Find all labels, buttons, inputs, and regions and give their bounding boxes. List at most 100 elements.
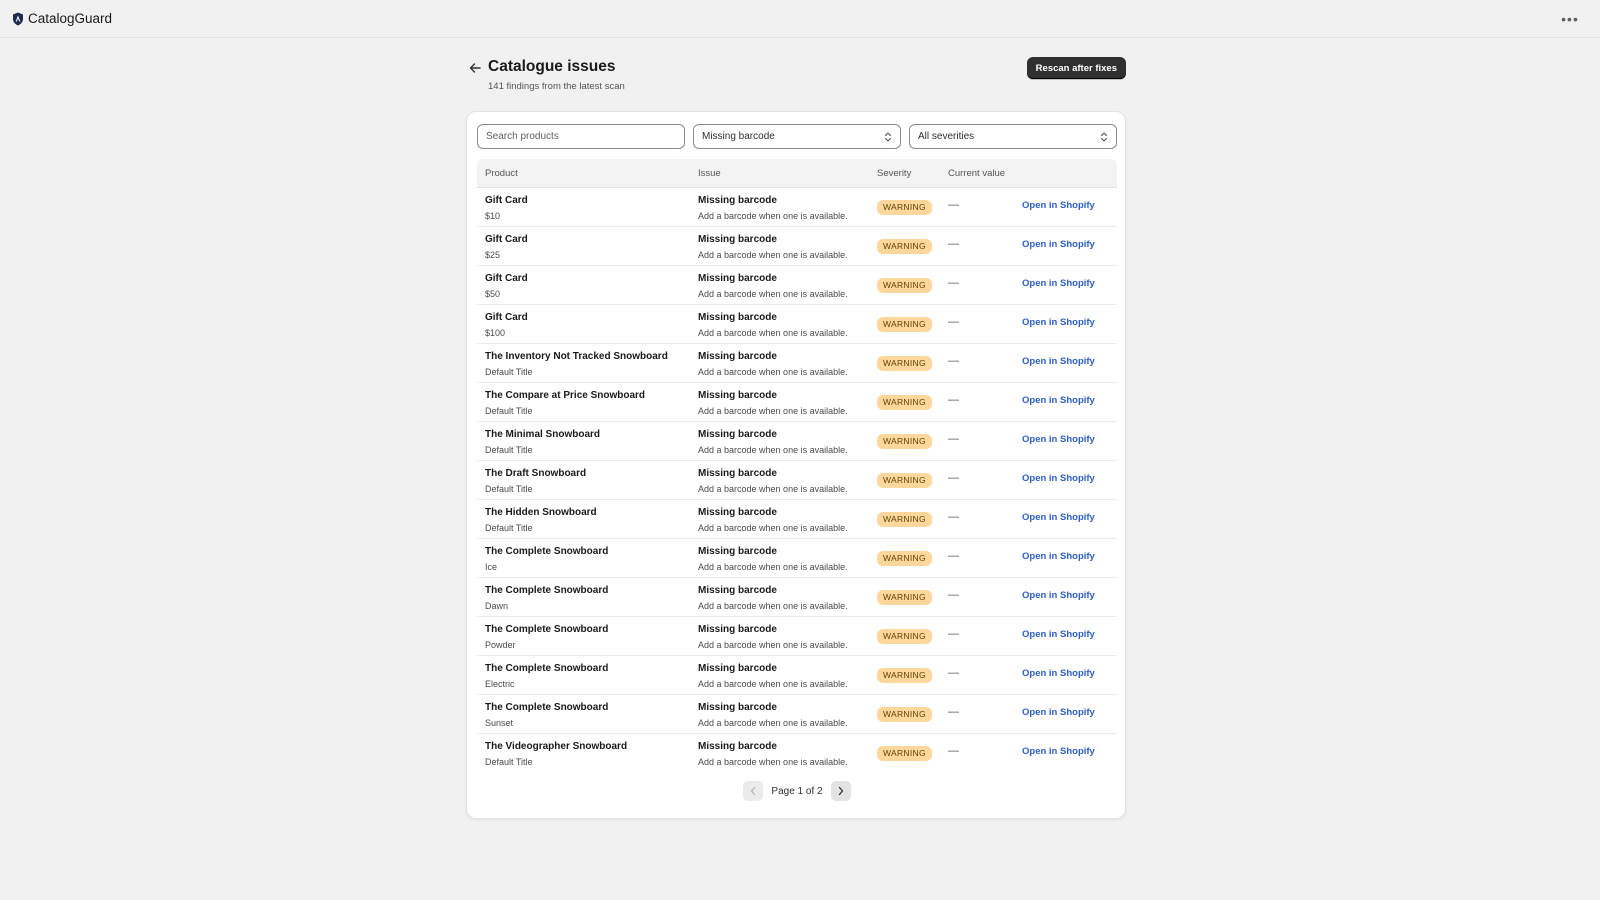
open-in-shopify-link[interactable]: Open in Shopify: [1022, 200, 1095, 211]
open-in-shopify-link[interactable]: Open in Shopify: [1022, 551, 1095, 562]
product-cell: The Minimal Snowboard Default Title: [485, 428, 600, 457]
product-name: Gift Card: [485, 312, 528, 323]
table-row: Gift Card $100 Missing barcode Add a barcod…: [477, 305, 1117, 344]
issue-description: Add a barcode when one is available.: [698, 367, 848, 377]
product-variant: $100: [485, 328, 506, 338]
open-in-shopify-link[interactable]: Open in Shopify: [1022, 629, 1095, 640]
table-row: Gift Card $50 Missing barcode Add a barcode…: [477, 266, 1117, 305]
issue-title: Missing barcode: [698, 351, 777, 362]
product-name: The Complete Snowboard: [485, 585, 609, 596]
issue-description: Add a barcode when one is available.: [698, 211, 848, 221]
search-input[interactable]: [477, 124, 685, 149]
open-in-shopify-link[interactable]: Open in Shopify: [1022, 317, 1095, 328]
product-cell: The Complete Snowboard Sunset: [485, 701, 608, 730]
table-row: The Minimal Snowboard Default Title Missin…: [477, 422, 1117, 461]
product-variant: Default Title: [485, 523, 533, 533]
issue-type-select[interactable]: Missing barcode: [693, 124, 901, 149]
current-value: —: [948, 667, 959, 679]
issue-description: Add a barcode when one is available.: [698, 250, 848, 260]
issue-cell: Missing barcode Add a barcode when one is…: [698, 233, 848, 262]
open-in-shopify-link[interactable]: Open in Shopify: [1022, 512, 1095, 523]
issue-title: Missing barcode: [698, 585, 777, 596]
product-name: Gift Card: [485, 195, 528, 206]
open-in-shopify-link[interactable]: Open in Shopify: [1022, 668, 1095, 679]
issue-cell: Missing barcode Add a barcode when one is…: [698, 272, 848, 301]
open-in-shopify-link[interactable]: Open in Shopify: [1022, 590, 1095, 601]
page-indicator: Page 1 of 2: [771, 785, 823, 797]
product-name: The Hidden Snowboard: [485, 507, 597, 518]
product-cell: The Videographer Snowboard Default Title: [485, 740, 627, 769]
issue-title: Missing barcode: [698, 468, 777, 479]
issue-description: Add a barcode when one is available.: [698, 406, 848, 416]
open-in-shopify-link[interactable]: Open in Shopify: [1022, 434, 1095, 445]
issue-description: Add a barcode when one is available.: [698, 640, 848, 650]
previous-page-button[interactable]: [743, 781, 764, 801]
current-value: —: [948, 238, 959, 250]
open-in-shopify-link[interactable]: Open in Shopify: [1022, 707, 1095, 718]
product-variant: $10: [485, 211, 501, 221]
open-in-shopify-link[interactable]: Open in Shopify: [1022, 395, 1095, 406]
table-row: The Hidden Snowboard Default Title Missing…: [477, 500, 1117, 539]
table-row: The Complete Snowboard Sunset Missing barc…: [477, 695, 1117, 734]
select-chevron-icon: [884, 131, 892, 143]
issue-description: Add a barcode when one is available.: [698, 484, 848, 494]
page-header: Catalogue issues 141 findings from the l…: [466, 56, 1126, 108]
product-variant: $50: [485, 289, 501, 299]
issue-cell: Missing barcode Add a barcode when one is…: [698, 467, 848, 496]
open-in-shopify-link[interactable]: Open in Shopify: [1022, 239, 1095, 250]
product-name: Gift Card: [485, 234, 528, 245]
product-name: The Compare at Price Snowboard: [485, 390, 646, 401]
current-value: —: [948, 589, 959, 601]
issue-description: Add a barcode when one is available.: [698, 328, 848, 338]
current-value: —: [948, 745, 959, 757]
back-button[interactable]: [466, 59, 484, 77]
more-options-button[interactable]: •••: [1558, 9, 1582, 29]
current-value: —: [948, 511, 959, 523]
current-value: —: [948, 433, 959, 445]
severity-badge: WARNING: [877, 278, 932, 293]
issue-description: Add a barcode when one is available.: [698, 757, 848, 767]
issue-cell: Missing barcode Add a barcode when one is…: [698, 623, 848, 652]
product-variant: Default Title: [485, 367, 533, 377]
product-cell: Gift Card $10: [485, 194, 528, 223]
page: Catalogue issues 141 findings from the l…: [466, 56, 1126, 819]
rescan-button[interactable]: Rescan after fixes: [1026, 57, 1126, 79]
severity-badge: WARNING: [877, 317, 932, 332]
severity-badge: WARNING: [877, 551, 932, 566]
next-page-button[interactable]: [830, 781, 851, 801]
issue-title: Missing barcode: [698, 195, 777, 206]
shield-logo-icon: [12, 12, 24, 26]
severity-select[interactable]: All severities: [909, 124, 1117, 149]
product-cell: Gift Card $100: [485, 311, 528, 340]
issue-title: Missing barcode: [698, 429, 777, 440]
product-cell: The Complete Snowboard Dawn: [485, 584, 608, 613]
page-subtitle: 141 findings from the latest scan: [488, 81, 625, 92]
table-row: The Complete Snowboard Dawn Missing barcod…: [477, 578, 1117, 617]
product-variant: Powder: [485, 640, 516, 650]
column-header-product: Product: [485, 168, 518, 179]
product-cell: The Hidden Snowboard Default Title: [485, 506, 597, 535]
issues-table: Product Issue Severity Current value Gif…: [477, 159, 1117, 772]
table-row: The Complete Snowboard Electric Missing ba…: [477, 656, 1117, 695]
open-in-shopify-link[interactable]: Open in Shopify: [1022, 356, 1095, 367]
open-in-shopify-link[interactable]: Open in Shopify: [1022, 278, 1095, 289]
product-cell: The Draft Snowboard Default Title: [485, 467, 586, 496]
current-value: —: [948, 706, 959, 718]
column-header-current-value: Current value: [948, 168, 1006, 179]
issue-title: Missing barcode: [698, 741, 777, 752]
severity-badge: WARNING: [877, 590, 932, 605]
issue-title: Missing barcode: [698, 507, 777, 518]
arrow-left-icon: [469, 63, 481, 73]
severity-badge: WARNING: [877, 629, 932, 644]
table-row: The Complete Snowboard Ice Missing barcode…: [477, 539, 1117, 578]
open-in-shopify-link[interactable]: Open in Shopify: [1022, 473, 1095, 484]
issue-title: Missing barcode: [698, 546, 777, 557]
product-name: The Complete Snowboard: [485, 702, 609, 713]
open-in-shopify-link[interactable]: Open in Shopify: [1022, 746, 1095, 757]
issue-cell: Missing barcode Add a barcode when one is…: [698, 389, 848, 418]
current-value: —: [948, 199, 959, 211]
issue-cell: Missing barcode Add a barcode when one is…: [698, 194, 848, 223]
product-variant: Sunset: [485, 718, 514, 728]
issue-title: Missing barcode: [698, 702, 777, 713]
issue-cell: Missing barcode Add a barcode when one is…: [698, 740, 848, 769]
